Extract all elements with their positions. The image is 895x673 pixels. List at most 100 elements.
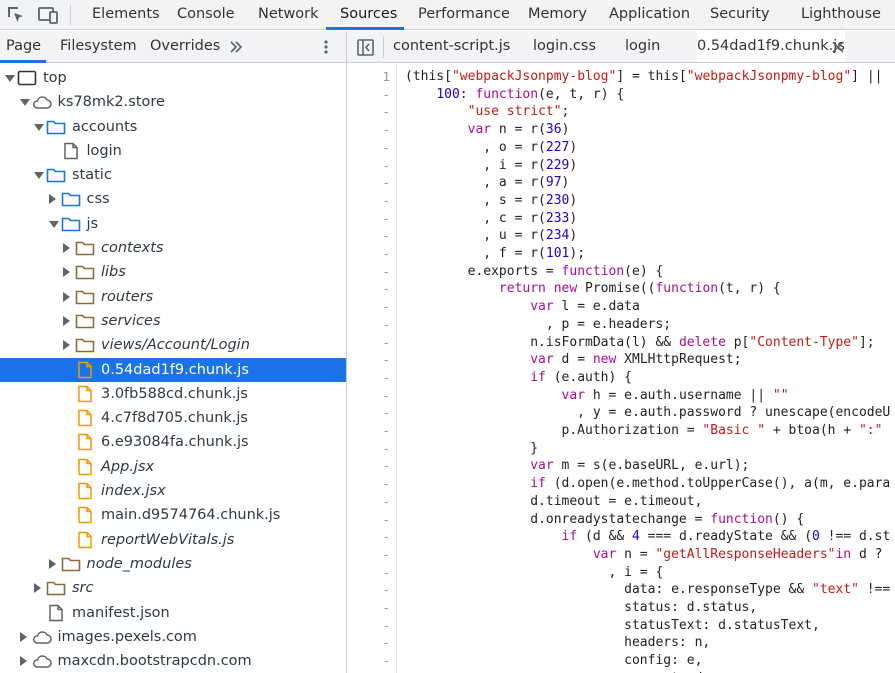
tree-item-manifest-json[interactable]: manifest.json — [0, 601, 346, 625]
tree-item-js[interactable]: js — [0, 212, 346, 236]
line-number[interactable]: - — [382, 652, 390, 670]
tree-item-maxcdn-bootstrapcdn-com[interactable]: maxcdn.bootstrapcdn.com — [0, 649, 346, 673]
collapse-arrow-right-icon[interactable] — [63, 315, 70, 326]
tab-memory[interactable]: Memory — [528, 0, 587, 30]
line-number[interactable]: - — [382, 404, 390, 422]
line-number[interactable]: - — [382, 511, 390, 529]
device-toolbar-icon[interactable] — [37, 4, 59, 26]
collapse-arrow-right-icon[interactable] — [19, 631, 27, 642]
navigator-tab-filesystem[interactable]: Filesystem — [60, 31, 137, 62]
file-js-icon — [78, 409, 92, 427]
line-number[interactable]: - — [382, 245, 390, 263]
collapse-arrow-right-icon[interactable] — [63, 243, 70, 254]
line-number[interactable]: 1 — [382, 68, 390, 86]
editor-tab-content-script-js[interactable]: content-script.js — [393, 31, 510, 62]
line-number[interactable]: - — [382, 369, 390, 387]
tree-item-ks78mk2-store[interactable]: ks78mk2.store — [0, 90, 346, 114]
tree-item-login[interactable]: login — [0, 139, 346, 163]
collapse-arrow-right-icon[interactable] — [63, 291, 70, 302]
expand-arrow-down-icon[interactable] — [48, 220, 59, 228]
line-number[interactable]: - — [382, 440, 390, 458]
collapse-arrow-right-icon[interactable] — [63, 267, 70, 278]
line-number[interactable]: - — [382, 475, 390, 493]
tree-item-main-d9574764-chunk-js[interactable]: main.d9574764.chunk.js — [0, 503, 346, 527]
line-number[interactable]: - — [382, 546, 390, 564]
kebab-menu-icon[interactable] — [320, 39, 332, 55]
expand-arrow-down-icon[interactable] — [34, 172, 44, 180]
tab-security[interactable]: Security — [710, 0, 770, 30]
tree-item-reportwebvitals-js[interactable]: reportWebVitals.js — [0, 528, 346, 552]
collapse-arrow-right-icon[interactable] — [19, 656, 27, 667]
tab-lighthouse[interactable]: Lighthouse — [801, 0, 881, 30]
line-number[interactable]: - — [382, 422, 390, 440]
tree-item-images-pexels-com[interactable]: images.pexels.com — [0, 625, 346, 649]
navigator-tab-page[interactable]: Page — [6, 31, 41, 62]
tab-console[interactable]: Console — [177, 0, 235, 30]
line-number[interactable]: - — [382, 298, 390, 316]
expand-arrow-down-icon[interactable] — [5, 75, 15, 82]
tab-application[interactable]: Application — [609, 0, 690, 30]
tree-item-4-c7f8d705-chunk-js[interactable]: 4.c7f8d705.chunk.js — [0, 406, 346, 430]
line-number[interactable]: - — [382, 157, 390, 175]
line-number[interactable]: - — [382, 280, 390, 298]
navigator-tab-overrides[interactable]: Overrides — [150, 31, 220, 62]
line-number[interactable]: - — [382, 387, 390, 405]
line-number[interactable]: - — [382, 581, 390, 599]
tree-item-index-jsx[interactable]: index.jsx — [0, 479, 346, 503]
tree-item-node-modules[interactable]: node_modules — [0, 552, 346, 576]
line-number[interactable]: - — [382, 86, 390, 104]
line-number[interactable]: - — [382, 528, 390, 546]
line-number[interactable]: - — [382, 617, 390, 635]
line-number[interactable]: - — [382, 493, 390, 511]
line-number[interactable]: - — [382, 334, 390, 352]
collapse-arrow-right-icon[interactable] — [48, 558, 56, 569]
tab-elements[interactable]: Elements — [92, 0, 160, 30]
tree-item-src[interactable]: src — [0, 576, 346, 600]
tree-item-css[interactable]: css — [0, 187, 346, 211]
line-number[interactable]: - — [382, 227, 390, 245]
line-number[interactable]: - — [382, 263, 390, 281]
tab-performance[interactable]: Performance — [418, 0, 510, 30]
tree-item-top[interactable]: top — [0, 66, 346, 90]
tree-item-services[interactable]: services — [0, 309, 346, 333]
expand-arrow-down-icon[interactable] — [34, 123, 44, 131]
editor-tab-0-54dad1f9-chunk-js[interactable]: 0.54dad1f9.chunk.js — [697, 31, 845, 62]
line-number[interactable]: - — [382, 139, 390, 157]
code-token: 229 — [545, 157, 570, 173]
line-number[interactable]: - — [382, 457, 390, 475]
tab-network[interactable]: Network — [258, 0, 319, 30]
toggle-navigator-icon[interactable] — [357, 39, 374, 56]
line-number[interactable]: - — [382, 564, 390, 582]
editor-tab-login-css[interactable]: login.css — [533, 31, 596, 62]
double-chevron-right-icon[interactable] — [228, 39, 244, 55]
line-number[interactable]: - — [382, 210, 390, 228]
collapse-arrow-right-icon[interactable] — [34, 583, 41, 594]
line-number[interactable]: - — [382, 599, 390, 617]
collapse-arrow-right-icon[interactable] — [48, 194, 56, 205]
tree-item-static[interactable]: static — [0, 163, 346, 187]
tree-item-libs[interactable]: libs — [0, 260, 346, 284]
line-number[interactable]: - — [382, 634, 390, 652]
line-number[interactable]: - — [382, 103, 390, 121]
tab-sources[interactable]: Sources — [340, 0, 397, 30]
tree-item-6-e93084fa-chunk-js[interactable]: 6.e93084fa.chunk.js — [0, 430, 346, 454]
close-icon[interactable] — [831, 40, 845, 54]
tree-item-0-54dad1f9-chunk-js[interactable]: 0.54dad1f9.chunk.js — [0, 357, 346, 382]
line-number[interactable]: - — [382, 192, 390, 210]
line-number[interactable]: - — [382, 316, 390, 334]
line-number[interactable]: - — [382, 351, 390, 369]
inspect-element-icon[interactable] — [5, 4, 27, 26]
editor-tab-login[interactable]: login — [625, 31, 660, 62]
tree-item-app-jsx[interactable]: App.jsx — [0, 455, 346, 479]
tree-item-routers[interactable]: routers — [0, 285, 346, 309]
tree-item-3-0fb588cd-chunk-js[interactable]: 3.0fb588cd.chunk.js — [0, 382, 346, 406]
expand-arrow-down-icon[interactable] — [19, 99, 30, 107]
collapse-arrow-right-icon[interactable] — [63, 340, 70, 351]
tree-item-accounts[interactable]: accounts — [0, 115, 346, 139]
code-line: var h = e.auth.username || "" — [405, 387, 789, 405]
tree-item-views-account-login[interactable]: views/Account/Login — [0, 333, 346, 357]
line-number[interactable]: - — [382, 121, 390, 139]
line-number[interactable]: - — [382, 174, 390, 192]
tree-item-contexts[interactable]: contexts — [0, 236, 346, 260]
code-editor[interactable]: 1--------------------------------- (this… — [347, 64, 895, 673]
